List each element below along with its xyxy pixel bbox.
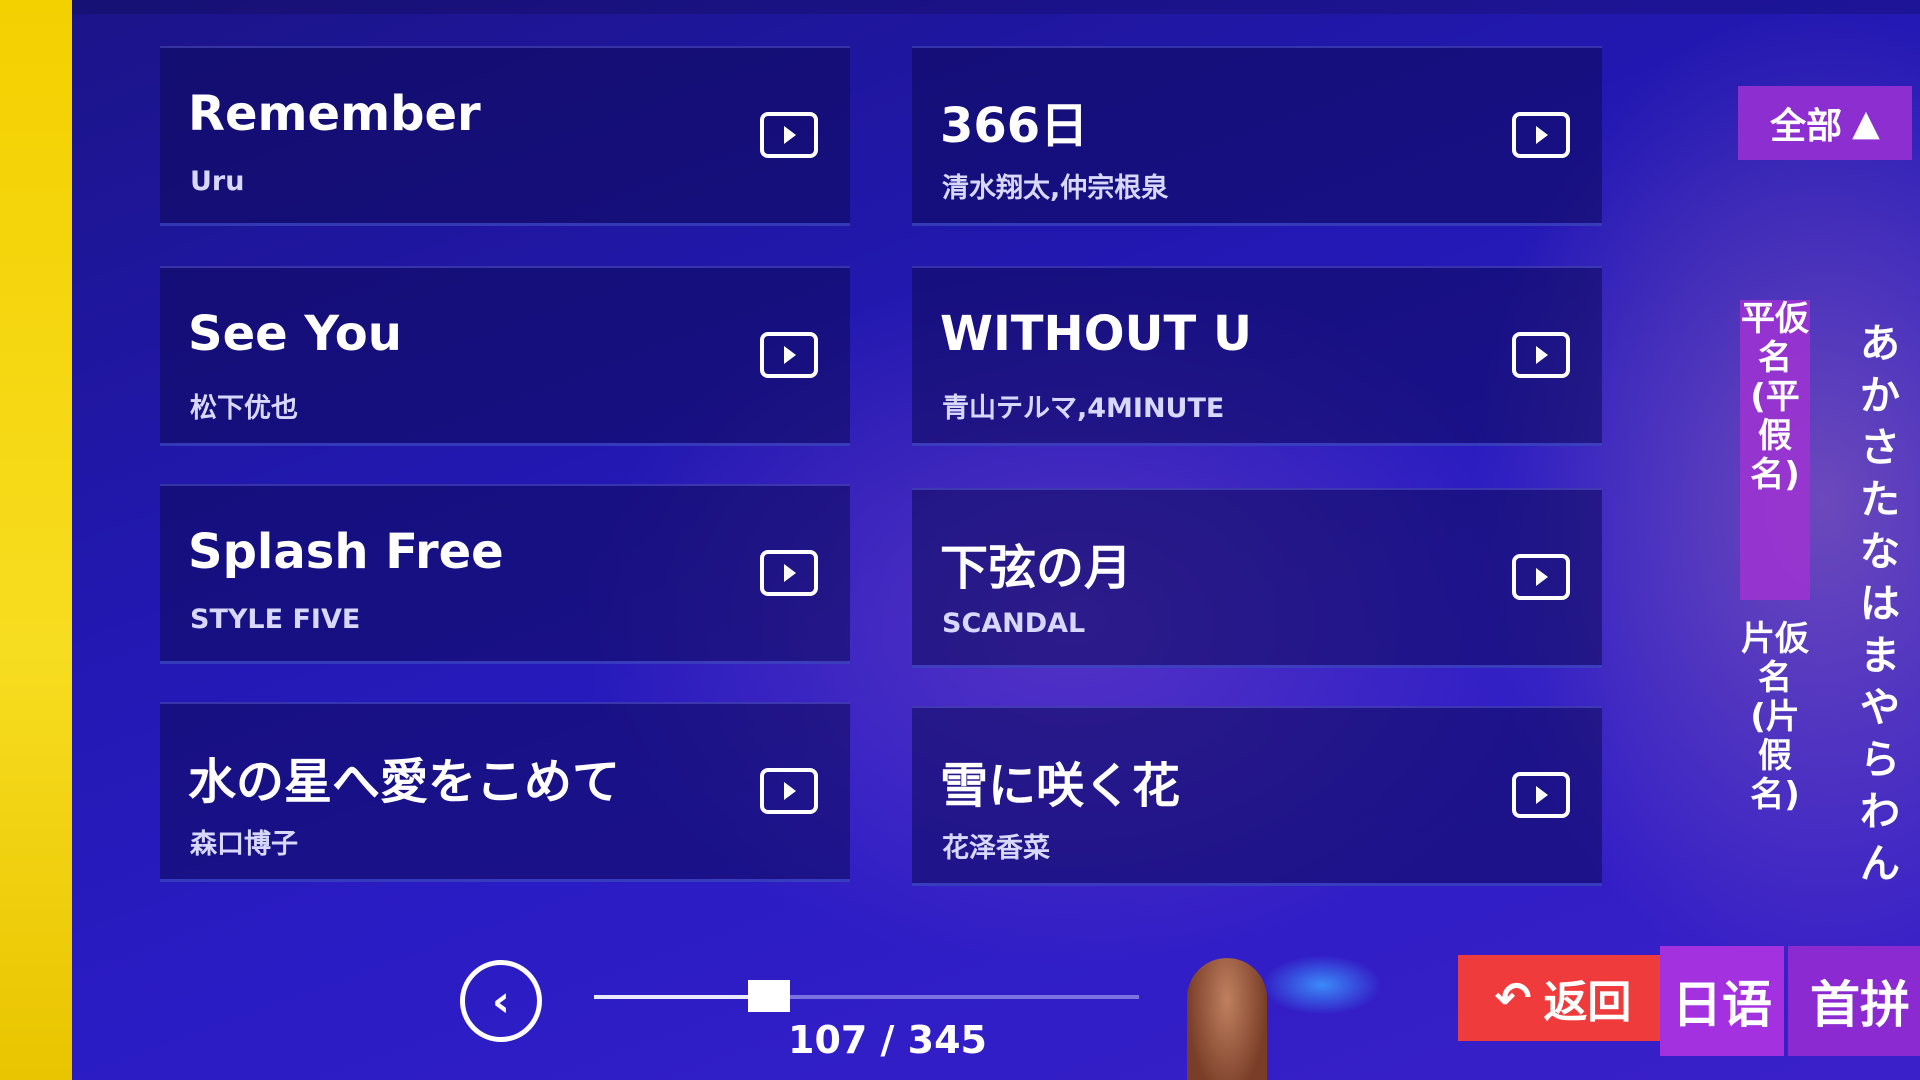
song-artist: 松下优也 [190,393,298,424]
page-slider-track[interactable] [594,995,1139,999]
song-card[interactable]: 下弦の月 SCANDAL [912,488,1602,668]
kana-key[interactable]: わ [1850,790,1910,842]
preview-play-icon[interactable] [1512,554,1570,600]
preview-play-icon[interactable] [760,332,818,378]
preview-play-icon[interactable] [1512,332,1570,378]
kana-column-a: あかさたなはまやらわん [1850,322,1910,894]
kana-key[interactable]: さ [1850,426,1910,478]
song-card[interactable]: See You 松下优也 [160,266,850,446]
kana-key[interactable]: た [1850,478,1910,530]
page-slider-fill [594,995,763,999]
kana-key[interactable]: な [1850,530,1910,582]
karaoke-screen: Remember Uru 366日 清水翔太,仲宗根泉 See You 松下优也… [72,0,1920,1080]
song-title: See You [188,306,402,362]
tab-initials[interactable]: 首拼 [1788,946,1920,1056]
kana-key[interactable]: ま [1850,634,1910,686]
song-artist: 森口博子 [190,829,298,860]
song-artist: 青山テルマ,4MINUTE [942,393,1225,424]
tab-japanese[interactable]: 日语 [1660,946,1784,1056]
song-artist: Uru [190,166,245,197]
touch-glow [1262,955,1382,1015]
song-title: 下弦の月 [940,540,1133,596]
tab-katakana[interactable]: 片仮名(片假名) [1740,619,1810,920]
filter-all-button[interactable]: 全部 ▲ [1738,86,1912,160]
song-title: 水の星へ愛をこめて [188,754,621,810]
triangle-up-icon: ▲ [1852,102,1880,144]
song-card[interactable]: 水の星へ愛をこめて 森口博子 [160,702,850,882]
song-card[interactable]: 366日 清水翔太,仲宗根泉 [912,46,1602,226]
song-title: WITHOUT U [940,306,1252,362]
top-edge [72,0,1920,14]
kana-key[interactable]: あ [1850,322,1910,374]
filter-label: 全部 [1770,106,1843,147]
song-card[interactable]: Splash Free STYLE FIVE [160,484,850,664]
page-indicator: 107 / 345 [788,1018,987,1062]
song-card[interactable]: WITHOUT U 青山テルマ,4MINUTE [912,266,1602,446]
kana-index-panel: 平仮名(平假名) 片仮名(片假名) あかさたなはまやらわん いきしちにひみりゐー [1740,299,1920,940]
kana-key[interactable]: は [1850,582,1910,634]
song-artist: 花泽香菜 [942,833,1050,864]
song-artist: 清水翔太,仲宗根泉 [942,173,1169,204]
song-artist: SCANDAL [942,608,1086,639]
return-arrow-icon: ↶ [1494,972,1532,1024]
previous-page-button[interactable]: ‹ [460,960,542,1042]
song-card[interactable]: Remember Uru [160,46,850,226]
song-artist: STYLE FIVE [190,604,361,635]
chevron-left-icon: ‹ [491,975,511,1027]
finger-photo [1187,958,1267,1080]
preview-play-icon[interactable] [1512,772,1570,818]
kana-key[interactable]: ん [1850,842,1910,894]
page-slider-thumb[interactable] [748,980,790,1012]
song-card[interactable]: 雪に咲く花 花泽香菜 [912,706,1602,886]
back-label: 返回 [1543,977,1632,1028]
song-title: Remember [188,86,481,142]
preview-play-icon[interactable] [1512,112,1570,158]
song-title: Splash Free [188,524,504,580]
preview-play-icon[interactable] [760,768,818,814]
kana-key[interactable]: か [1850,374,1910,426]
preview-play-icon[interactable] [760,550,818,596]
preview-play-icon[interactable] [760,112,818,158]
song-title: 雪に咲く花 [940,758,1181,814]
back-button[interactable]: ↶ 返回 [1458,955,1668,1041]
kana-key[interactable]: ら [1850,738,1910,790]
kana-key[interactable]: や [1850,686,1910,738]
tab-hiragana[interactable]: 平仮名(平假名) [1740,299,1810,600]
song-title: 366日 [940,98,1089,154]
